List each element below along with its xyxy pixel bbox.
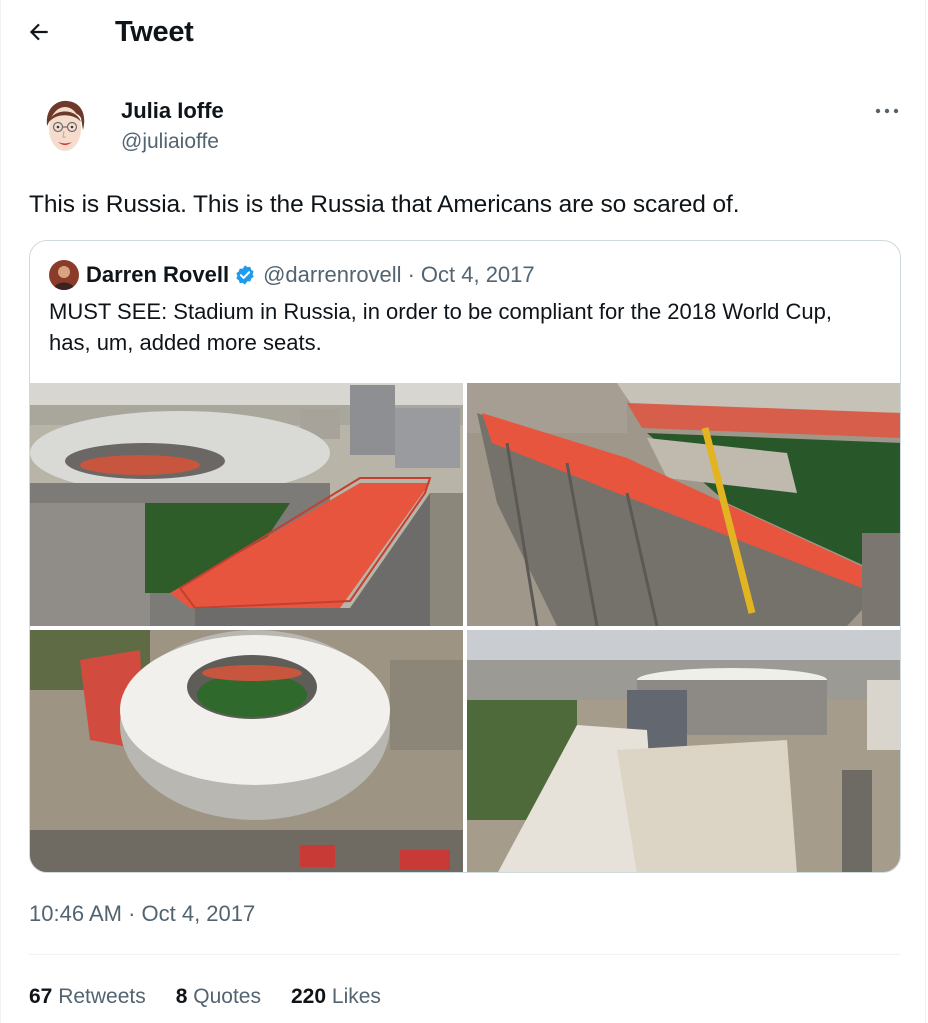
stadium-photo-1[interactable] bbox=[30, 383, 463, 626]
tweet-detail-page: Tweet Julia Ioffe @juliaioffe This is Ru… bbox=[0, 0, 926, 1023]
quote-author-handle[interactable]: @darrenrovell bbox=[263, 260, 402, 290]
quote-author-avatar[interactable] bbox=[49, 260, 79, 290]
quotes-stat[interactable]: 8 Quotes bbox=[176, 982, 261, 1012]
stadium-photo-2[interactable] bbox=[467, 383, 900, 626]
likes-stat[interactable]: 220 Likes bbox=[291, 982, 381, 1012]
quote-media-grid bbox=[30, 383, 900, 872]
quote-author-name[interactable]: Darren Rovell bbox=[86, 260, 229, 290]
verified-badge-icon bbox=[234, 264, 256, 286]
more-horizontal-icon bbox=[875, 108, 899, 114]
page-title: Tweet bbox=[115, 16, 194, 48]
quotes-count: 8 bbox=[175, 985, 188, 1008]
likes-count: 220 bbox=[291, 985, 327, 1008]
quote-header: Darren Rovell @darrenrovell · Oct 4, 201… bbox=[86, 260, 535, 290]
header: Tweet bbox=[1, 0, 927, 64]
quotes-label: Quotes bbox=[193, 985, 261, 1008]
retweets-count: 67 bbox=[29, 985, 53, 1008]
stadium-photo-4[interactable] bbox=[467, 630, 900, 872]
quote-text: MUST SEE: Stadium in Russia, in order to… bbox=[49, 299, 832, 355]
tweet-timestamp[interactable]: 10:46 AM · Oct 4, 2017 bbox=[29, 899, 255, 929]
more-button[interactable] bbox=[867, 98, 907, 124]
tweet-text: This is Russia. This is the Russia that … bbox=[29, 191, 740, 218]
arrow-left-icon bbox=[29, 23, 48, 41]
quote-separator: · bbox=[407, 262, 415, 287]
retweets-stat[interactable]: 67 Retweets bbox=[29, 982, 146, 1012]
author-avatar[interactable] bbox=[37, 96, 93, 160]
divider bbox=[29, 954, 901, 955]
quote-date[interactable]: Oct 4, 2017 bbox=[421, 260, 535, 290]
likes-label: Likes bbox=[331, 985, 381, 1008]
engagement-stats: 67 Retweets 8 Quotes 220 Likes bbox=[29, 982, 381, 1012]
author-handle[interactable]: @juliaioffe bbox=[121, 128, 219, 156]
stadium-photo-3[interactable] bbox=[30, 630, 463, 872]
back-button[interactable] bbox=[21, 14, 57, 50]
quoted-tweet[interactable]: Darren Rovell @darrenrovell · Oct 4, 201… bbox=[29, 240, 901, 873]
retweets-label: Retweets bbox=[58, 985, 146, 1008]
author-name[interactable]: Julia Ioffe bbox=[121, 97, 224, 125]
